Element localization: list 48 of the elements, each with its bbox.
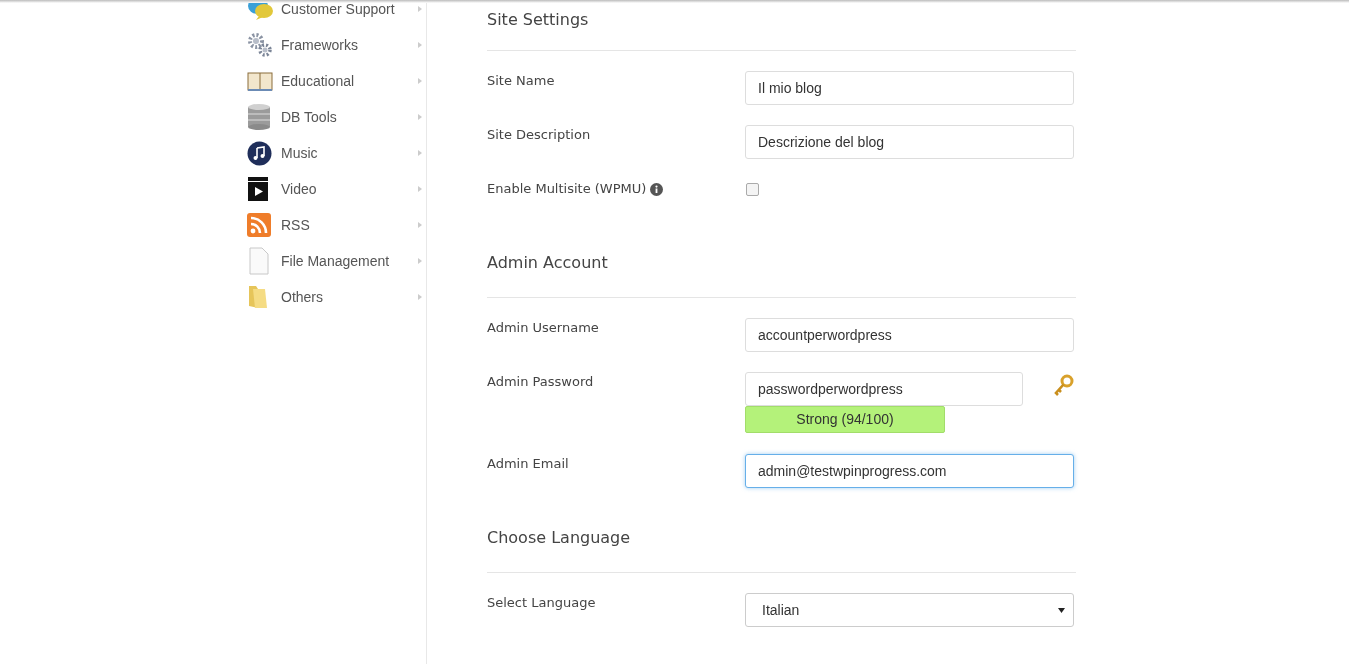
caret-icon bbox=[418, 114, 422, 120]
text-field[interactable]: accountperwordpress bbox=[745, 318, 1074, 352]
text-field[interactable]: Il mio blog bbox=[745, 71, 1074, 105]
sidebar-item[interactable]: Video bbox=[247, 171, 426, 207]
database-icon bbox=[247, 104, 271, 130]
caret-icon bbox=[418, 150, 422, 156]
text-field[interactable]: admin@testwpinprogress.com bbox=[745, 454, 1074, 488]
dropdown-caret-icon bbox=[1058, 607, 1065, 613]
sidebar-item[interactable]: File Management bbox=[247, 243, 426, 279]
caret-icon bbox=[418, 258, 422, 264]
sidebar-item[interactable]: Customer Support bbox=[247, 0, 426, 27]
field-label: Site Description bbox=[487, 127, 591, 142]
info-icon bbox=[650, 183, 664, 196]
speech-bubbles-icon bbox=[247, 0, 275, 21]
book-icon bbox=[247, 70, 273, 92]
password-strength-meter: Strong (94/100) bbox=[745, 406, 945, 433]
caret-icon bbox=[418, 78, 422, 84]
field-label: Site Name bbox=[487, 73, 555, 88]
field-label: Admin Password bbox=[487, 374, 594, 389]
field-label: Admin Username bbox=[487, 320, 599, 335]
caret-icon bbox=[418, 222, 422, 228]
language-dropdown[interactable]: Italian bbox=[745, 593, 1074, 627]
folder-icon bbox=[247, 284, 269, 310]
caret-icon bbox=[418, 42, 422, 48]
field-label: Enable Multisite (WPMU) bbox=[487, 181, 647, 196]
clapperboard-icon bbox=[247, 176, 269, 202]
sidebar-item[interactable]: DB Tools bbox=[247, 99, 426, 135]
key-icon[interactable] bbox=[1054, 374, 1074, 396]
checkbox[interactable] bbox=[746, 183, 759, 196]
sidebar-item[interactable]: Educational bbox=[247, 63, 426, 99]
gears-icon bbox=[247, 32, 273, 58]
field-label: Select Language bbox=[487, 595, 596, 610]
text-field[interactable]: Descrizione del blog bbox=[745, 125, 1074, 159]
section-title: Choose Language bbox=[487, 527, 632, 549]
caret-icon bbox=[418, 6, 422, 12]
rss-icon bbox=[247, 213, 271, 237]
sidebar-item[interactable]: Others bbox=[247, 279, 426, 315]
section-title: Site Settings bbox=[487, 9, 590, 31]
sidebar-item[interactable]: RSS bbox=[247, 207, 426, 243]
document-icon bbox=[247, 247, 269, 275]
password-field[interactable]: passwordperwordpress bbox=[745, 372, 1023, 406]
caret-icon bbox=[418, 294, 422, 300]
caret-icon bbox=[418, 186, 422, 192]
section-title: Admin Account bbox=[487, 252, 609, 274]
sidebar-item[interactable]: Music bbox=[247, 135, 426, 171]
music-note-icon bbox=[247, 140, 272, 166]
sidebar-item[interactable]: Frameworks bbox=[247, 27, 426, 63]
field-label: Admin Email bbox=[487, 456, 569, 471]
